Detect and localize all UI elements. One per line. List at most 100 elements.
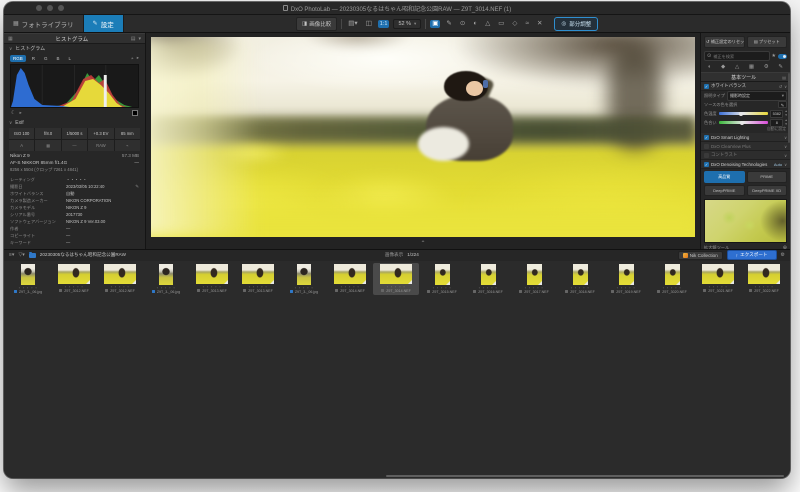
smart-lighting-section[interactable]: ✓ DxO Smart Lighting ∨: [701, 133, 790, 142]
mode-deepprime-xd[interactable]: DeepPRIME XD: [746, 185, 787, 196]
filmstrip-item[interactable]: ・・・・・ Z9T_3-_06.jpg: [281, 263, 327, 295]
mode-deepprime[interactable]: DeepPRIME: [704, 185, 745, 196]
sort-icon[interactable]: ≡▾: [9, 252, 14, 258]
filmstrip-item[interactable]: ・・・・・ Z9T_3020.NEF: [649, 263, 695, 295]
filmstrip-item[interactable]: ・・・・・ Z9T_3018.NEF: [557, 263, 603, 295]
temp-slider[interactable]: [718, 111, 769, 116]
photo-canvas[interactable]: [151, 37, 695, 237]
basic-tools-header[interactable]: 基本ツール ▤: [701, 72, 790, 82]
preset-button[interactable]: ▤ プリセット: [746, 36, 787, 48]
right-panel-scrollbar[interactable]: [788, 73, 790, 143]
active-corrections-toggle[interactable]: [778, 53, 787, 59]
minimize-button[interactable]: [47, 5, 53, 11]
blur-tool-icon[interactable]: ≈: [523, 20, 531, 29]
channel-l[interactable]: L: [66, 55, 75, 62]
tint-value[interactable]: 8: [770, 118, 784, 127]
mode-hq[interactable]: 高品質: [704, 171, 745, 183]
histogram-section-row[interactable]: ∨ ヒストグラム: [4, 44, 145, 53]
filmstrip-scrollbar[interactable]: [386, 475, 784, 477]
compare-button[interactable]: ◨ 画像比較: [296, 17, 338, 31]
correction-search[interactable]: ⊙: [704, 51, 770, 61]
light-icon[interactable]: ◐: [708, 64, 711, 70]
filmstrip-item[interactable]: ・・・・・ Z9T_3017.NEF: [511, 263, 557, 295]
thumbnail[interactable]: [334, 263, 366, 284]
clipping-icon[interactable]: ◓: [131, 56, 134, 61]
thumbnail[interactable]: [242, 263, 274, 284]
channel-r[interactable]: R: [29, 55, 38, 62]
contrast-section[interactable]: コントラスト ∨: [701, 151, 790, 160]
search-input[interactable]: [713, 53, 767, 59]
filmstrip-item[interactable]: ・・・・・ Z9T_3012.NEF: [97, 263, 143, 295]
filmstrip-item[interactable]: ・・・・・ Z9T_3021.NEF: [695, 263, 741, 295]
tint-slider[interactable]: [718, 120, 769, 125]
filmstrip-item[interactable]: ・・・・・ Z9T_3014.NEF: [327, 263, 373, 295]
shadow-clip-icon[interactable]: ☾: [11, 110, 15, 116]
geometry-icon[interactable]: ▦: [749, 64, 754, 70]
thumbnail[interactable]: [104, 263, 136, 284]
gear-icon[interactable]: ⚙: [764, 64, 769, 70]
filmstrip-collapse-handle[interactable]: ⌃: [420, 241, 425, 247]
close-button[interactable]: [36, 5, 42, 11]
filmstrip-item[interactable]: ・・・・・ Z9T_3-_06.jpg: [5, 263, 51, 295]
thumbnail[interactable]: [159, 263, 173, 285]
lighting-type-dropdown[interactable]: 撮影時設定 ▾: [726, 90, 787, 101]
view-mode-icon[interactable]: ▤▾: [346, 20, 359, 29]
tab-customize[interactable]: ✎ 設定: [83, 15, 124, 32]
filmstrip-item[interactable]: ・・・・・ Z9T_3013.NEF: [189, 263, 235, 295]
horizon-tool-icon[interactable]: △: [483, 20, 492, 29]
channel-b[interactable]: B: [54, 55, 63, 62]
export-button[interactable]: ↑ エクスポート: [726, 250, 777, 260]
filmstrip-item[interactable]: ・・・・・ Z9T_3016.NEF: [465, 263, 511, 295]
filmstrip-item[interactable]: ・・・・・ Z9T_3013.NEF: [235, 263, 281, 295]
filmstrip-item[interactable]: ・・・・・ Z9T_3019.NEF: [603, 263, 649, 295]
filmstrip-item[interactable]: ・・・・・ Z9T_3-_06.jpg: [143, 263, 189, 295]
thumbnail[interactable]: [526, 263, 542, 285]
thumbnail[interactable]: [702, 263, 734, 284]
temp-stepper[interactable]: ▴ ▾: [785, 109, 787, 117]
histogram-palette-header[interactable]: ▦ ヒストグラム ▤ ▾: [4, 33, 145, 44]
filmstrip-item[interactable]: ・・・・・ Z9T_3015.NEF: [419, 263, 465, 295]
wrench-icon[interactable]: ✎: [778, 64, 783, 70]
thumbnail[interactable]: [21, 263, 35, 285]
zoom-button[interactable]: [58, 5, 64, 11]
tab-photolibrary[interactable]: ▦ フォトライブラリ: [4, 15, 84, 32]
thumbnail[interactable]: [380, 263, 412, 284]
thumbnail[interactable]: [480, 263, 496, 285]
current-folder[interactable]: 20230305なるはちゃん昭和記念公園RAW: [40, 252, 126, 258]
redeye-tool-icon[interactable]: ⊙: [458, 20, 467, 29]
clone-tool-icon[interactable]: ◇: [510, 20, 519, 29]
expand-icon[interactable]: ▸: [137, 55, 139, 61]
nik-collection-button[interactable]: Nik Collection: [677, 250, 723, 260]
split-view-icon[interactable]: ◫: [364, 20, 374, 29]
local-adjust-button[interactable]: ◎ 部分調整: [554, 17, 599, 31]
favorite-star-icon[interactable]: ★: [772, 53, 776, 59]
thumbnail[interactable]: [196, 263, 228, 284]
clearview-section[interactable]: DxO ClearView Plus ∨: [701, 142, 790, 151]
highlight-clip-swatch[interactable]: [132, 110, 138, 116]
thumbnail[interactable]: [297, 263, 311, 285]
wb-reset-icon[interactable]: ↺: [779, 84, 782, 89]
edit-pencil-icon[interactable]: ✎: [135, 184, 139, 190]
denoise-auto-tag[interactable]: Auto: [774, 162, 782, 167]
export-settings-gear-icon[interactable]: ⚙: [781, 252, 785, 258]
crop-tool-icon[interactable]: ▣: [430, 19, 441, 29]
reset-corrections-button[interactable]: ↺ 補正設定のリセット: [704, 36, 745, 48]
watermark-tool-icon[interactable]: ✕: [535, 20, 544, 29]
perspective-tool-icon[interactable]: ▭: [496, 20, 506, 29]
exif-section-row[interactable]: ∨ Exif: [4, 118, 145, 127]
filmstrip-item[interactable]: ・・・・・ Z9T_3012.NEF: [51, 263, 97, 295]
menu-icon[interactable]: ▤: [131, 36, 136, 42]
thumbnail[interactable]: [748, 263, 780, 284]
thumbnail[interactable]: [572, 263, 588, 285]
denoise-preview[interactable]: [704, 199, 787, 243]
one-to-one-button[interactable]: 1:1: [377, 20, 390, 28]
thumbnail[interactable]: [664, 263, 680, 285]
denoise-section[interactable]: ✓ DxO Denoising Technologies Auto ∨: [701, 160, 790, 169]
dust-tool-icon[interactable]: ✎: [444, 20, 453, 29]
wb-enable-checkbox[interactable]: ✓: [704, 83, 709, 89]
eyedropper-icon[interactable]: ✎: [778, 101, 787, 108]
mode-prime[interactable]: PRIME: [746, 171, 787, 183]
channel-g[interactable]: G: [41, 55, 51, 62]
thumbnail[interactable]: [618, 263, 634, 285]
color-icon[interactable]: ◆: [721, 64, 725, 70]
